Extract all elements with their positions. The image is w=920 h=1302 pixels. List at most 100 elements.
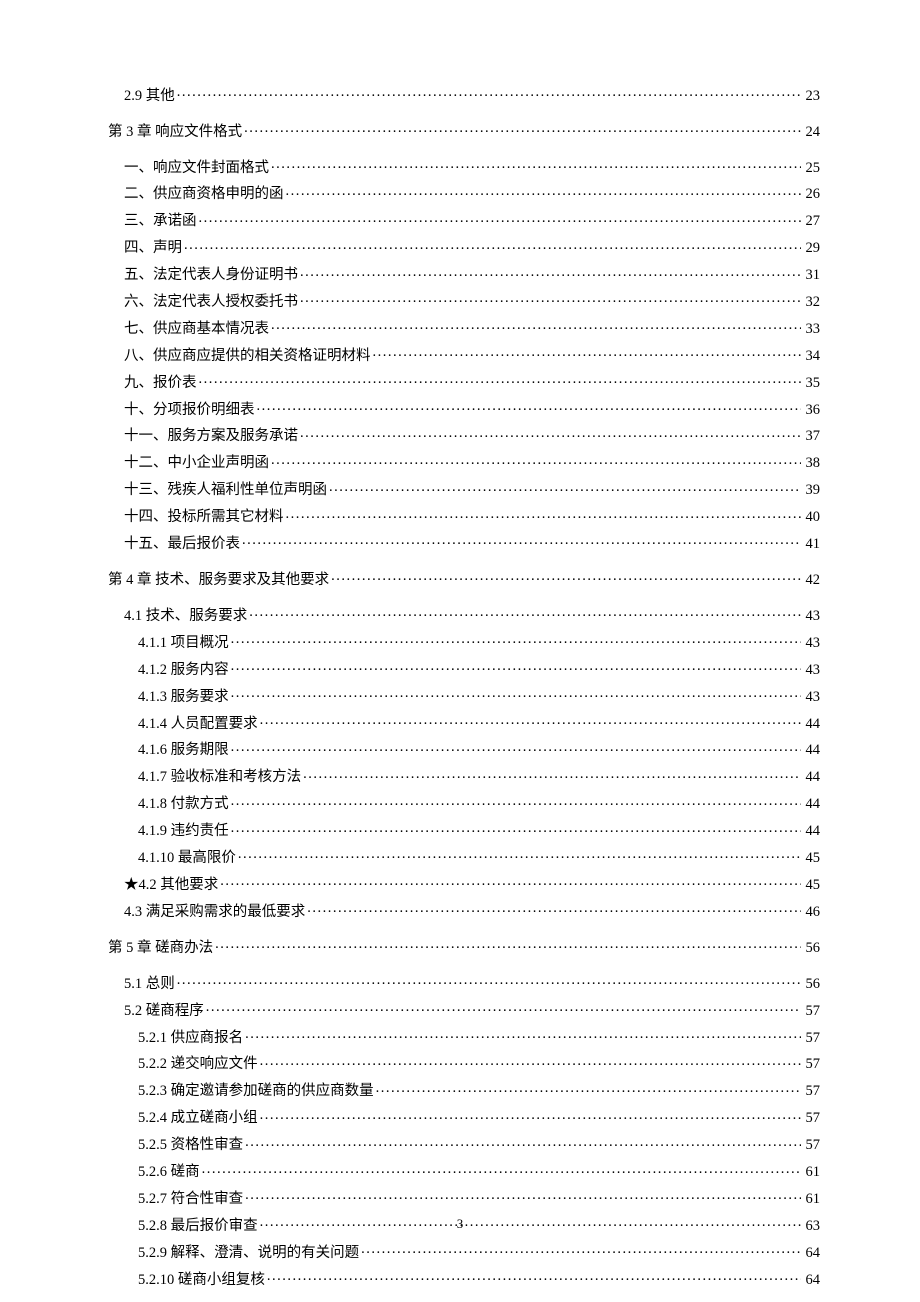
toc-entry-page: 64 bbox=[803, 1273, 821, 1288]
toc-entry: 4.1.3 服务要求43 bbox=[108, 686, 820, 704]
toc-entry-label: 十三、残疾人福利性单位声明函 bbox=[108, 483, 327, 498]
toc-leader-dots bbox=[271, 157, 801, 172]
toc-entry-page: 38 bbox=[803, 456, 821, 471]
toc-entry: 十二、中小企业声明函 38 bbox=[108, 453, 820, 471]
toc-entry-page: 57 bbox=[803, 1138, 821, 1153]
toc-entry: 4.1.2 服务内容43 bbox=[108, 659, 820, 677]
toc-leader-dots bbox=[199, 372, 801, 387]
toc-entry-page: 43 bbox=[803, 663, 821, 678]
toc-entry: 十四、投标所需其它材料 40 bbox=[108, 507, 820, 525]
toc-entry-label: 十五、最后报价表 bbox=[108, 537, 240, 552]
toc-leader-dots bbox=[199, 211, 801, 226]
toc-entry: 十三、残疾人福利性单位声明函 39 bbox=[108, 480, 820, 498]
toc-entry-label: 4.1.10 最高限价 bbox=[108, 851, 236, 866]
toc-entry-label: 4.1.6 服务期限 bbox=[108, 743, 229, 758]
toc-leader-dots bbox=[249, 605, 800, 620]
toc-entry-page: 26 bbox=[803, 187, 821, 202]
toc-leader-dots bbox=[300, 265, 801, 280]
toc-entry-page: 44 bbox=[803, 824, 821, 839]
toc-entry-page: 44 bbox=[803, 717, 821, 732]
toc-leader-dots bbox=[329, 480, 801, 495]
toc-entry: 5.2.3 确定邀请参加磋商的供应商数量 57 bbox=[108, 1081, 820, 1099]
toc-entry-label: 十二、中小企业声明函 bbox=[108, 456, 269, 471]
toc-entry: 二、供应商资格申明的函 26 bbox=[108, 184, 820, 202]
toc-entry-label: 十四、投标所需其它材料 bbox=[108, 510, 284, 525]
toc-entry-label: 5.2.3 确定邀请参加磋商的供应商数量 bbox=[108, 1084, 374, 1099]
toc-entry: 五、法定代表人身份证明书 31 bbox=[108, 265, 820, 283]
toc-entry-page: 44 bbox=[803, 797, 821, 812]
toc-entry-label: 一、响应文件封面格式 bbox=[108, 161, 269, 176]
toc-entry: 九、报价表 35 bbox=[108, 372, 820, 390]
toc-entry-label: 4.1.8 付款方式 bbox=[108, 797, 229, 812]
toc-leader-dots bbox=[260, 1108, 801, 1123]
toc-entry-page: 57 bbox=[803, 1084, 821, 1099]
toc-entry-label: 4.3 满足采购需求的最低要求 bbox=[108, 905, 305, 920]
toc-entry: 5.2 磋商程序57 bbox=[108, 1000, 820, 1018]
toc-entry: 4.1.6 服务期限 44 bbox=[108, 740, 820, 758]
toc-leader-dots bbox=[244, 121, 800, 136]
toc-entry-page: 41 bbox=[803, 537, 821, 552]
toc-leader-dots bbox=[231, 659, 801, 674]
toc-leader-dots bbox=[242, 533, 801, 548]
toc-entry-label: 5.1 总则 bbox=[108, 977, 175, 992]
toc-leader-dots bbox=[245, 1135, 800, 1150]
toc-entry-page: 57 bbox=[803, 1111, 821, 1126]
toc-entry-page: 43 bbox=[803, 690, 821, 705]
toc-entry-label: 三、承诺函 bbox=[108, 214, 197, 229]
toc-entry-label: 四、声明 bbox=[108, 241, 182, 256]
toc-entry: 5.2.2 递交响应文件57 bbox=[108, 1054, 820, 1072]
toc-entry-page: 25 bbox=[803, 161, 821, 176]
toc-entry-page: 43 bbox=[803, 636, 821, 651]
toc-entry-label: 4.1.7 验收标准和考核方法 bbox=[108, 770, 301, 785]
toc-leader-dots bbox=[215, 937, 800, 952]
toc-leader-dots bbox=[245, 1188, 800, 1203]
toc-entry-page: 36 bbox=[803, 403, 821, 418]
toc-entry: 5.2.5 资格性审查 57 bbox=[108, 1135, 820, 1153]
toc-entry: 六、法定代表人授权委托书 32 bbox=[108, 291, 820, 309]
toc-entry: 十一、服务方案及服务承诺 37 bbox=[108, 426, 820, 444]
toc-leader-dots bbox=[231, 794, 801, 809]
toc-leader-dots bbox=[257, 399, 801, 414]
toc-entry: 4.1.10 最高限价 45 bbox=[108, 847, 820, 865]
toc-entry-page: 27 bbox=[803, 214, 821, 229]
toc-entry-page: 35 bbox=[803, 376, 821, 391]
toc-entry-label: 第 3 章 响应文件格式 bbox=[108, 125, 242, 140]
toc-container: 2.9 其他23 第 3 章 响应文件格式 24 一、响应文件封面格式 25 二、供应商… bbox=[0, 0, 920, 1287]
toc-entry-label: 十一、服务方案及服务承诺 bbox=[108, 429, 298, 444]
toc-entry-page: 42 bbox=[803, 573, 821, 588]
toc-entry-label: 5.2.9 解释、澄清、说明的有关问题 bbox=[108, 1246, 359, 1261]
toc-entry: 2.9 其他23 bbox=[108, 85, 820, 103]
toc-entry-page: 45 bbox=[803, 851, 821, 866]
toc-entry-page: 29 bbox=[803, 241, 821, 256]
toc-leader-dots bbox=[202, 1162, 801, 1177]
toc-entry-page: 33 bbox=[803, 322, 821, 337]
toc-leader-dots bbox=[331, 569, 800, 584]
toc-entry: 十五、最后报价表 41 bbox=[108, 533, 820, 551]
toc-leader-dots bbox=[231, 686, 801, 701]
toc-entry-label: 5.2.6 磋商 bbox=[108, 1165, 200, 1180]
toc-leader-dots bbox=[271, 318, 801, 333]
toc-leader-dots bbox=[231, 632, 801, 647]
toc-entry-label: 5.2.5 资格性审查 bbox=[108, 1138, 243, 1153]
toc-entry-page: 43 bbox=[803, 609, 821, 624]
toc-leader-dots bbox=[373, 345, 801, 360]
toc-entry-page: 46 bbox=[803, 905, 821, 920]
toc-entry: ★4.2 其他要求45 bbox=[108, 874, 820, 892]
toc-entry-page: 44 bbox=[803, 743, 821, 758]
toc-entry-label: 十、分项报价明细表 bbox=[108, 403, 255, 418]
toc-entry-label: 八、供应商应提供的相关资格证明材料 bbox=[108, 349, 371, 364]
toc-entry-page: 34 bbox=[803, 349, 821, 364]
toc-leader-dots bbox=[220, 874, 800, 889]
toc-entry: 4.3 满足采购需求的最低要求 46 bbox=[108, 901, 820, 919]
toc-entry-page: 57 bbox=[803, 1031, 821, 1046]
toc-entry-page: 64 bbox=[803, 1246, 821, 1261]
toc-entry-label: 4.1 技术、服务要求 bbox=[108, 609, 247, 624]
toc-leader-dots bbox=[260, 713, 801, 728]
toc-entry-label: 5.2.2 递交响应文件 bbox=[108, 1057, 258, 1072]
toc-entry-page: 24 bbox=[803, 125, 821, 140]
toc-entry: 5.2.1 供应商报名57 bbox=[108, 1027, 820, 1045]
toc-entry-label: 5.2.10 磋商小组复核 bbox=[108, 1273, 265, 1288]
toc-entry-label: 六、法定代表人授权委托书 bbox=[108, 295, 298, 310]
toc-entry-page: 45 bbox=[803, 878, 821, 893]
toc-entry-label: 5.2.4 成立磋商小组 bbox=[108, 1111, 258, 1126]
